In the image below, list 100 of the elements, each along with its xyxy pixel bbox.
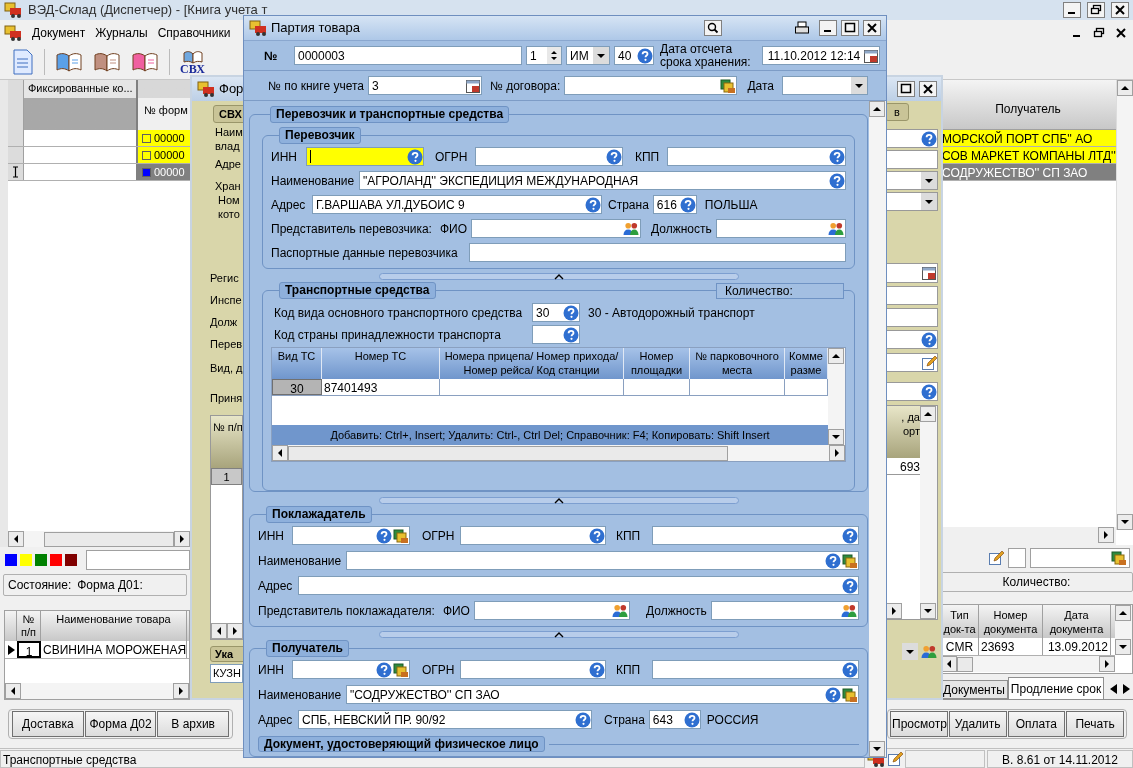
full-name-field[interactable]: [471, 219, 642, 238]
scroll-up-button[interactable]: [828, 348, 844, 364]
print-button[interactable]: [793, 20, 811, 36]
people-icon[interactable]: [610, 603, 629, 618]
button[interactable]: Оплата: [1007, 711, 1066, 737]
scrollbar-thumb[interactable]: [957, 656, 973, 672]
contract-field[interactable]: [564, 76, 738, 95]
toolbar-button[interactable]: СВХ: [180, 49, 206, 75]
spin-button[interactable]: [547, 47, 561, 64]
inn-field[interactable]: [292, 660, 410, 679]
horizontal-scrollbar[interactable]: [211, 623, 242, 639]
table-row[interactable]: 00000: [138, 147, 190, 163]
help-icon[interactable]: [825, 552, 841, 569]
table-row[interactable]: 00000: [138, 130, 190, 146]
edit-icon[interactable]: [921, 354, 937, 371]
close-button[interactable]: [919, 81, 937, 97]
position-field[interactable]: [710, 601, 859, 620]
passport-field[interactable]: [469, 243, 846, 262]
people-icon[interactable]: [622, 221, 641, 236]
calendar-icon[interactable]: [465, 77, 481, 94]
help-icon[interactable]: [575, 711, 591, 728]
help-icon[interactable]: [842, 661, 858, 678]
scroll-down-button[interactable]: [828, 429, 844, 445]
dropdown-field[interactable]: [885, 192, 938, 211]
vertical-scrollbar[interactable]: [1115, 605, 1132, 656]
help-icon[interactable]: [679, 196, 696, 213]
directory-icon[interactable]: [393, 527, 409, 544]
scroll-down-button[interactable]: [869, 741, 885, 757]
kpp-field[interactable]: [652, 660, 859, 679]
directory-icon[interactable]: [720, 77, 737, 94]
tab[interactable]: Документы: [940, 680, 1008, 699]
edit-icon[interactable]: [887, 750, 903, 767]
table-row[interactable]: 00000: [138, 164, 190, 180]
text-field[interactable]: [885, 286, 938, 305]
scroll-left-button[interactable]: [8, 531, 24, 547]
scroll-up-button[interactable]: [1117, 80, 1133, 96]
ogrn-field[interactable]: [475, 147, 623, 166]
button[interactable]: Печать: [1066, 711, 1124, 737]
book-number-field[interactable]: 3: [368, 76, 482, 95]
splitter-handle[interactable]: [378, 273, 739, 280]
scroll-left-button[interactable]: [211, 623, 227, 639]
text-field[interactable]: [885, 353, 938, 372]
help-icon[interactable]: [589, 661, 605, 678]
text-field[interactable]: [885, 150, 938, 169]
country-code-field[interactable]: 616: [652, 195, 697, 214]
help-icon[interactable]: [829, 148, 845, 165]
checkbox-field[interactable]: [1008, 548, 1026, 569]
scroll-right-button[interactable]: [174, 531, 190, 547]
close-button[interactable]: [863, 20, 881, 36]
ogrn-field[interactable]: [460, 526, 606, 545]
button[interactable]: Форма Д02: [84, 711, 157, 737]
button[interactable]: в: [885, 103, 909, 121]
splitter-handle[interactable]: [378, 631, 739, 638]
scroll-left-button[interactable]: [272, 445, 288, 461]
calendar-icon[interactable]: [921, 265, 937, 281]
button[interactable]: В архив: [157, 711, 229, 737]
scroll-up-button[interactable]: [869, 101, 885, 117]
caret-icon[interactable]: [553, 273, 564, 280]
menu-item[interactable]: Журналы: [95, 23, 148, 42]
help-icon[interactable]: [921, 383, 937, 400]
scroll-down-button[interactable]: [920, 603, 936, 619]
help-icon[interactable]: [829, 172, 845, 189]
inn-field[interactable]: [292, 526, 410, 545]
calendar-icon[interactable]: [863, 47, 879, 64]
horizontal-scrollbar[interactable]: [941, 656, 1115, 673]
dropdown-field[interactable]: ИМ: [566, 46, 610, 65]
maximize-button[interactable]: [841, 20, 859, 36]
help-icon[interactable]: [825, 686, 841, 703]
help-icon[interactable]: [637, 47, 653, 64]
help-icon[interactable]: [921, 130, 937, 147]
help-icon[interactable]: [563, 326, 579, 343]
dropdown-button[interactable]: [921, 172, 937, 189]
maximize-button[interactable]: [897, 81, 915, 97]
button[interactable]: Удалить: [948, 711, 1007, 737]
help-icon[interactable]: [589, 527, 605, 544]
dropdown-field[interactable]: [885, 171, 938, 190]
scroll-up-button[interactable]: [920, 406, 936, 422]
color-swatch[interactable]: [20, 554, 32, 566]
help-icon[interactable]: [376, 527, 392, 544]
text-field[interactable]: [86, 550, 190, 570]
edit-icon[interactable]: [988, 550, 1004, 567]
dropdown-button[interactable]: [921, 193, 937, 210]
transport-country-field[interactable]: [532, 325, 580, 344]
ogrn-field[interactable]: [460, 660, 606, 679]
address-field[interactable]: Г.ВАРШАВА УЛ.ДУБОИС 9: [312, 195, 602, 214]
vertical-scrollbar[interactable]: [1116, 80, 1133, 530]
restore-button[interactable]: [1087, 2, 1105, 18]
inn-field[interactable]: [306, 147, 424, 166]
address-field[interactable]: [298, 576, 859, 595]
color-swatch[interactable]: [5, 554, 17, 566]
text-field[interactable]: КУЗН: [210, 664, 243, 683]
people-icon[interactable]: [827, 221, 845, 236]
menu-item[interactable]: Документ: [32, 23, 86, 42]
date-field[interactable]: 11.10.2012 12:14: [762, 46, 880, 65]
name-field[interactable]: [346, 551, 859, 570]
caret-icon[interactable]: [553, 631, 564, 638]
button[interactable]: Просмотр: [890, 711, 948, 737]
dropdown-button[interactable]: [593, 47, 609, 64]
scroll-down-button[interactable]: [1117, 514, 1133, 530]
scroll-down-button[interactable]: [1115, 639, 1131, 656]
